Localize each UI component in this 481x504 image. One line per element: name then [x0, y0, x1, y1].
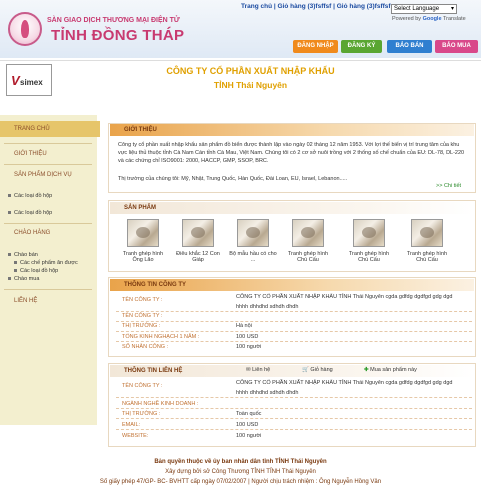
product-image[interactable]: [182, 219, 214, 247]
sidebar-sub-canned-2[interactable]: Các loại đồ hộp: [8, 210, 52, 216]
contact-value: hhhh dhhdhd sdhdh dhdh: [236, 390, 299, 396]
divider: [116, 321, 472, 322]
product-name[interactable]: Tranh ghép hình Ông Lão: [119, 251, 167, 263]
company-name: CÔNG TY CỔ PHẦN XUẤT NHẬP KHẨU: [166, 66, 335, 76]
product-image[interactable]: [292, 219, 324, 247]
divider: [4, 223, 92, 224]
top-links: Trang chủ | Giỏ hàng (3)fsffsf | Giỏ hàn…: [241, 3, 391, 10]
footer-builder: Xây dựng bởi sở Công Thương TỈNH TỈNH Th…: [165, 469, 316, 475]
product-image[interactable]: [127, 219, 159, 247]
site-title: TỈNH ĐỒNG THÁP: [51, 27, 185, 44]
info-label: TỔNG KINH NGHẠCH 1 NĂM :: [122, 334, 200, 340]
contact-value: 100 người: [236, 433, 262, 439]
divider: [4, 164, 92, 165]
info-label: THỊ TRƯỜNG :: [122, 323, 161, 329]
divider: [116, 341, 472, 342]
info-value: CÔNG TY CỔ PHẦN XUẤT NHẬP KHẨU TỈNH Thái…: [236, 294, 453, 300]
sell-offer-button[interactable]: BẢO BÁN: [387, 40, 432, 53]
info-value: Hà nội: [236, 323, 252, 329]
contact-label: NGÀNH NGHỀ KINH DOANH :: [122, 401, 199, 407]
top-link-cart-2[interactable]: Giỏ hàng (3)fsffsf: [337, 3, 391, 10]
sidebar-item-about[interactable]: GIỚI THIỆU: [0, 151, 97, 157]
contact-label: THỊ TRƯỜNG :: [122, 411, 161, 417]
divider: [4, 143, 92, 144]
product-image[interactable]: [237, 219, 269, 247]
powered-by-text: Powered by: [392, 16, 422, 22]
info-label: SỐ NHÂN CÔNG :: [122, 344, 169, 350]
contact-tab[interactable]: ✉ Liên hệ: [246, 367, 270, 373]
info-label: TÊN CÔNG TY :: [122, 297, 163, 303]
sidebar-item-home[interactable]: TRANG CHỦ: [0, 126, 97, 132]
divider: [116, 311, 472, 312]
google-logo: Google: [422, 16, 442, 22]
sidebar-sub-sell[interactable]: Chào bán: [8, 252, 38, 258]
company-province: TỈNH Thái Nguyên: [213, 80, 288, 90]
intro-more-link[interactable]: >> Chi tiết: [436, 183, 461, 189]
sidebar-sub-buy[interactable]: Chào mua: [8, 276, 39, 282]
intro-paragraph: Công ty cổ phần xuất nhập khẩu sản phẩm …: [118, 142, 465, 164]
contact-value: 100 USD: [236, 422, 259, 428]
product-name[interactable]: Tranh ghép hình Chú Cấu: [403, 251, 451, 263]
plus-icon: ✚: [364, 367, 369, 373]
login-button[interactable]: ĐĂNG NHẬP: [293, 40, 338, 53]
divider: [116, 331, 472, 332]
intro-heading: GIỚI THIỆU: [110, 124, 474, 136]
sidebar-sub-canned[interactable]: Các loại đồ hộp: [8, 193, 52, 199]
sidebar-item-contact[interactable]: LIÊN HỆ: [0, 298, 97, 304]
contact-label: TÊN CÔNG TY :: [122, 383, 163, 389]
info-label: TÊN CÔNG TY :: [122, 313, 163, 319]
product-image[interactable]: [411, 219, 443, 247]
contact-label: EMAIL:: [122, 422, 141, 428]
sidebar-sub-canned-3[interactable]: Các loại đồ hộp: [14, 268, 58, 274]
contact-value: Toàn quốc: [236, 411, 262, 417]
contact-value: CÔNG TY CỔ PHẦN XUẤT NHẬP KHẨU TỈNH Thái…: [236, 380, 453, 386]
divider: [4, 289, 92, 290]
footer-copyright: Bản quyền thuộc về ủy ban nhân dân tỉnh …: [154, 459, 327, 465]
top-link-home[interactable]: Trang chủ: [241, 3, 272, 10]
info-value: 100 người: [236, 344, 262, 350]
buy-offer-button[interactable]: BẢO MUA: [435, 40, 478, 53]
info-value: hhhh dhhdhd sdhdh dhdh: [236, 304, 299, 310]
sidebar-sub-edible[interactable]: Các chế phẩm ăn được: [14, 260, 78, 266]
top-link-cart[interactable]: Giỏ hàng (3)fsffsf: [278, 3, 332, 10]
contact-heading: THÔNG TIN LIÊN HỆ: [110, 365, 474, 377]
cart-tab[interactable]: 🛒 Giỏ hàng: [302, 367, 333, 373]
product-name[interactable]: Bộ mẫu hầu có cho ...: [229, 251, 277, 263]
divider: [116, 418, 472, 419]
buy-product-tab[interactable]: ✚ Mua sản phẩm này: [364, 367, 417, 373]
intro-markets: Thị trường của chúng tôi: Mỹ, Nhật, Trun…: [118, 176, 348, 182]
product-name[interactable]: Tranh ghép hình Chú Cấu: [284, 251, 332, 263]
company-info-heading: THÔNG TIN CÔNG TY: [110, 279, 474, 291]
product-name[interactable]: Điêu khắc 12 Con Giáp: [174, 251, 222, 263]
google-translate-label: Powered by Google Translate: [392, 16, 466, 22]
divider: [116, 408, 472, 409]
language-select[interactable]: Select Language: [391, 4, 457, 14]
footer-license: Số giấy phép 47/GP- BC- BVHTT cấp ngày 0…: [99, 479, 382, 485]
product-name[interactable]: Tranh ghép hình Chú Cấu: [345, 251, 393, 263]
translate-text: Translate: [442, 16, 466, 22]
site-subtitle: SÀN GIAO DỊCH THƯƠNG MẠI ĐIỆN TỬ: [47, 17, 180, 24]
divider: [116, 397, 472, 398]
register-button[interactable]: ĐĂNG KÝ: [341, 40, 382, 53]
product-image[interactable]: [353, 219, 385, 247]
contact-label: WEBSITE:: [122, 433, 149, 439]
products-heading: SẢN PHẨM: [110, 202, 474, 214]
site-logo-icon[interactable]: [8, 12, 42, 46]
sidebar-item-products[interactable]: SẢN PHẨM DỊCH VỤ: [0, 172, 97, 178]
sidebar-item-offers[interactable]: CHÀO HÀNG: [0, 230, 97, 236]
divider: [116, 429, 472, 430]
info-value: 100 USD: [236, 334, 259, 340]
